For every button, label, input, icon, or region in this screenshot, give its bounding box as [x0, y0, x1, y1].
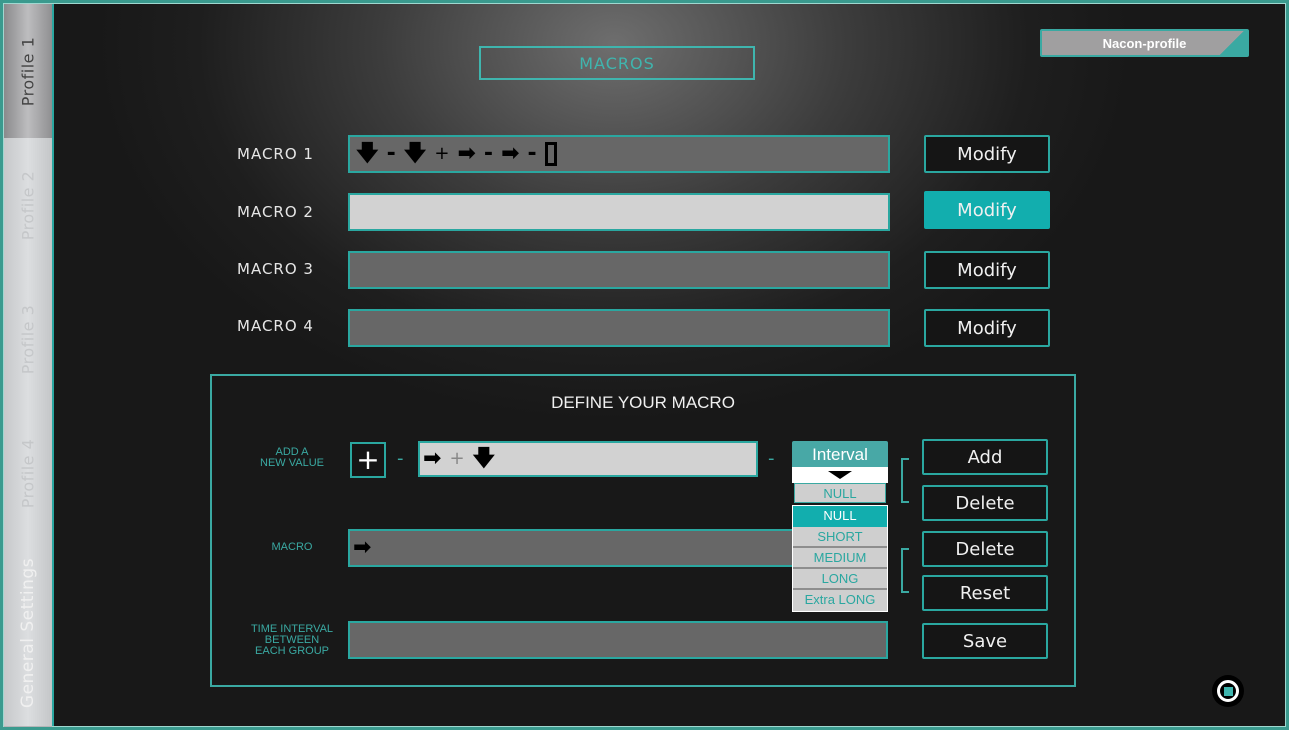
bracket-decoration	[901, 458, 909, 503]
right-arrow-icon: ➡	[353, 535, 372, 560]
interval-option-long[interactable]: LONG	[793, 569, 887, 590]
right-arrow-icon: ➡	[457, 141, 476, 166]
delete-value-button[interactable]: Delete	[922, 485, 1048, 521]
bracket-decoration	[901, 548, 909, 593]
new-value-field[interactable]: ➡ + 🡇	[418, 441, 758, 477]
tab-profile-1[interactable]: Profile 1	[4, 4, 52, 139]
reset-button[interactable]: Reset	[922, 575, 1048, 611]
right-arrow-icon: ➡	[423, 446, 442, 471]
macro-1-modify-button[interactable]: Modify	[924, 135, 1050, 173]
add-button[interactable]: Add	[922, 439, 1048, 475]
interval-option-extra-long[interactable]: Extra LONG	[793, 590, 887, 611]
macro-sequence-field[interactable]: ➡	[348, 529, 808, 567]
rectangle-button-icon	[544, 142, 557, 166]
dash-separator: -	[768, 448, 775, 469]
plus-separator: +	[434, 143, 450, 164]
tab-profile-2[interactable]: Profile 2	[4, 138, 52, 273]
macro-4-label: MACRO 4	[237, 317, 314, 335]
dropdown-arrow-icon[interactable]	[792, 467, 888, 483]
tab-profile-3[interactable]: Profile 3	[4, 272, 52, 407]
macro-2-modify-button[interactable]: Modify	[924, 191, 1050, 229]
interval-option-short[interactable]: SHORT	[793, 527, 887, 548]
stop-record-button[interactable]	[1212, 675, 1244, 707]
delete-macro-button[interactable]: Delete	[922, 531, 1048, 567]
interval-dropdown[interactable]: Interval NULL NULL SHORT MEDIUM LONG Ext…	[792, 441, 888, 612]
right-arrow-icon: ➡	[501, 141, 520, 166]
define-macro-title: DEFINE YOUR MACRO	[551, 393, 735, 412]
macro-4-modify-button[interactable]: Modify	[924, 309, 1050, 347]
tab-general-settings[interactable]: General Settings	[4, 540, 52, 727]
dash-separator: -	[397, 448, 404, 469]
macro-label: MACRO	[271, 541, 313, 553]
macro-2-field[interactable]	[348, 193, 890, 231]
macro-1-label: MACRO 1	[237, 145, 314, 163]
stop-square-icon	[1223, 686, 1233, 696]
time-interval-label: TIME INTERVAL BETWEEN EACH GROUP	[250, 623, 334, 657]
profile-name-badge[interactable]: Nacon-profile	[1040, 29, 1249, 57]
macro-2-label: MACRO 2	[237, 203, 314, 221]
minus-separator: -	[386, 141, 396, 166]
down-arrow-icon: 🡇	[472, 446, 496, 471]
main-panel: MACROS Nacon-profile MACRO 1 🡇 - 🡇 + ➡ -…	[54, 4, 1285, 726]
down-arrow-icon: 🡇	[403, 141, 427, 166]
macro-3-modify-button[interactable]: Modify	[924, 251, 1050, 289]
add-new-value-label: ADD A NEW VALUE	[260, 446, 324, 469]
plus-separator: +	[449, 448, 465, 469]
macro-4-field[interactable]	[348, 309, 890, 347]
interval-option-null[interactable]: NULL	[793, 506, 887, 527]
macro-1-field[interactable]: 🡇 - 🡇 + ➡ - ➡ -	[348, 135, 890, 173]
tab-profile-4[interactable]: Profile 4	[4, 406, 52, 541]
minus-separator: -	[527, 141, 537, 166]
time-interval-field[interactable]	[348, 621, 888, 659]
profile-sidebar: Profile 1 Profile 2 Profile 3 Profile 4 …	[4, 4, 54, 727]
macro-3-field[interactable]	[348, 251, 890, 289]
interval-dropdown-label: Interval	[792, 441, 888, 467]
interval-options-list: NULL SHORT MEDIUM LONG Extra LONG	[792, 505, 888, 612]
minus-separator: -	[483, 141, 494, 166]
down-arrow-icon: 🡇	[356, 141, 379, 166]
macro-3-label: MACRO 3	[237, 260, 314, 278]
record-ring-icon	[1217, 680, 1239, 702]
save-button[interactable]: Save	[922, 623, 1048, 659]
interval-selected-value[interactable]: NULL	[794, 483, 886, 503]
interval-option-medium[interactable]: MEDIUM	[793, 548, 887, 569]
add-value-plus-button[interactable]: +	[350, 442, 386, 478]
page-title: MACROS	[479, 46, 755, 80]
